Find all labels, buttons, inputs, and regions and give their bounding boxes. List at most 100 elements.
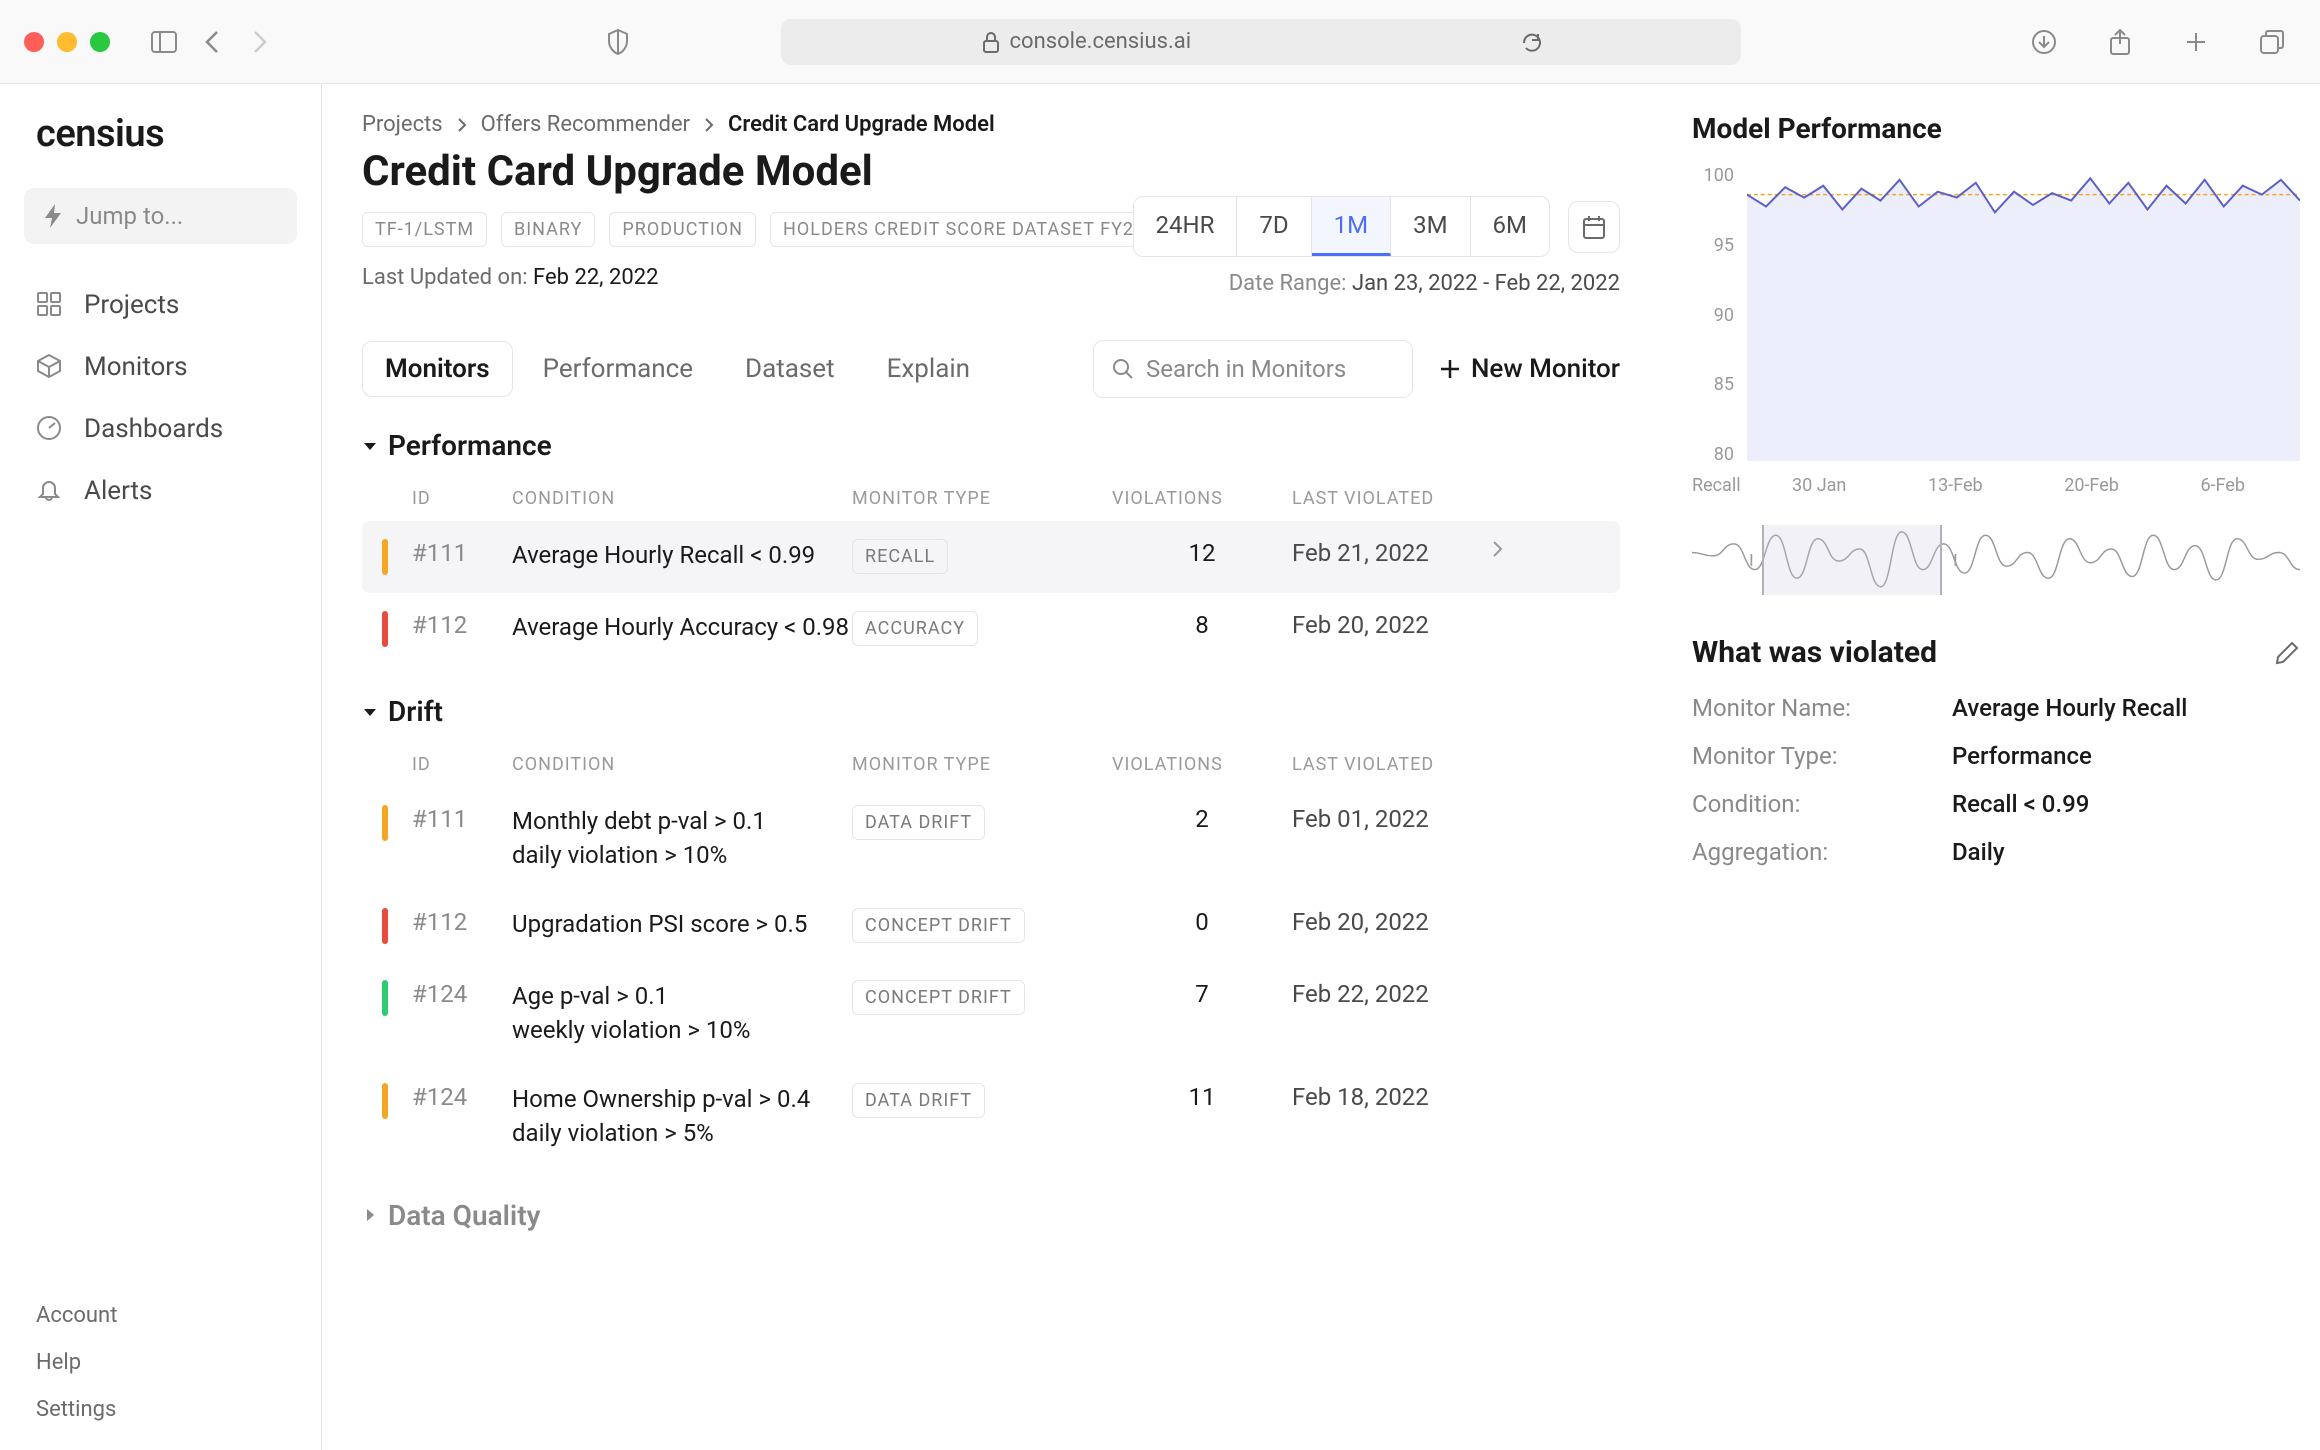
tag: TF-1/LSTM: [362, 212, 487, 247]
traffic-lights: [24, 32, 110, 52]
breadcrumb-current: Credit Card Upgrade Model: [728, 112, 995, 137]
range-btn-7d[interactable]: 7D: [1237, 197, 1311, 256]
sidebar-item-monitors[interactable]: Monitors: [24, 336, 297, 398]
col-condition: CONDITION: [512, 488, 852, 509]
reload-icon[interactable]: [1521, 31, 1541, 53]
sidebar-item-label: Dashboards: [84, 414, 223, 444]
plus-icon: [1439, 358, 1461, 380]
pencil-icon: [2274, 640, 2300, 666]
col-condition: CONDITION: [512, 754, 852, 775]
row-chevron: [1492, 539, 1552, 559]
brush-area[interactable]: || ||: [1692, 525, 2300, 595]
main-content: Projects Offers Recommender Credit Card …: [322, 84, 1660, 1450]
tab-dataset[interactable]: Dataset: [723, 342, 857, 396]
table-header: ID CONDITION MONITOR TYPE VIOLATIONS LAS…: [362, 742, 1620, 787]
sidebar-item-dashboards[interactable]: Dashboards: [24, 398, 297, 460]
minimize-window-button[interactable]: [57, 32, 77, 52]
type-pill: ACCURACY: [852, 611, 978, 646]
search-input[interactable]: Search in Monitors: [1093, 340, 1413, 398]
cell-last: Feb 22, 2022: [1292, 980, 1492, 1008]
kv-val: Recall < 0.99: [1952, 790, 2300, 818]
sidebar-footer-help[interactable]: Help: [36, 1350, 297, 1375]
range-btn-24hr[interactable]: 24HR: [1134, 197, 1238, 256]
sidebar-footer-account[interactable]: Account: [36, 1303, 297, 1328]
breadcrumb-item[interactable]: Projects: [362, 112, 443, 137]
table-row[interactable]: #124 Age p-val > 0.1weekly violation > 1…: [362, 962, 1620, 1065]
date-range-value: Jan 23, 2022 - Feb 22, 2022: [1352, 271, 1620, 296]
back-icon[interactable]: [198, 28, 226, 56]
close-window-button[interactable]: [24, 32, 44, 52]
grid-icon: [36, 291, 64, 319]
section-performance-header[interactable]: Performance: [362, 429, 1620, 462]
chevron-down-icon: [362, 438, 378, 454]
type-pill: DATA DRIFT: [852, 1083, 985, 1118]
tag: BINARY: [501, 212, 595, 247]
calendar-button[interactable]: [1568, 201, 1620, 253]
sidebar-footer-settings[interactable]: Settings: [36, 1397, 297, 1422]
detail-panel: Model Performance 100 95 90 85 80 Recall…: [1660, 84, 2320, 1450]
chevron-right-icon: [457, 117, 467, 133]
downloads-icon[interactable]: [2030, 28, 2058, 56]
range-btn-1m[interactable]: 1M: [1312, 197, 1391, 256]
type-pill: CONCEPT DRIFT: [852, 980, 1025, 1015]
sidebar-item-projects[interactable]: Projects: [24, 274, 297, 336]
chevron-right-icon: [704, 117, 714, 133]
calendar-icon: [1581, 214, 1607, 240]
kv-val: Daily: [1952, 838, 2300, 866]
status-indicator: [382, 1083, 388, 1119]
line-chart[interactable]: [1747, 165, 2300, 461]
type-pill: CONCEPT DRIFT: [852, 908, 1025, 943]
col-violations: VIOLATIONS: [1112, 488, 1292, 509]
cell-type: DATA DRIFT: [852, 1083, 1112, 1118]
range-btn-6m[interactable]: 6M: [1471, 197, 1549, 256]
kv-key: Monitor Name:: [1692, 694, 1952, 722]
new-monitor-button[interactable]: New Monitor: [1439, 354, 1620, 384]
brush-window[interactable]: || ||: [1762, 525, 1942, 595]
cell-violations: 2: [1112, 805, 1292, 833]
cell-type: DATA DRIFT: [852, 805, 1112, 840]
section-title: Data Quality: [388, 1199, 541, 1232]
jump-to-button[interactable]: Jump to...: [24, 188, 297, 244]
date-range: Date Range: Jan 23, 2022 - Feb 22, 2022: [1229, 271, 1620, 296]
page-title: Credit Card Upgrade Model: [362, 147, 1620, 196]
tab-explain[interactable]: Explain: [865, 342, 992, 396]
sidebar-toggle-icon[interactable]: [150, 28, 178, 56]
section-data-quality-header[interactable]: Data Quality: [362, 1199, 1620, 1232]
edit-button[interactable]: [2274, 640, 2300, 666]
range-btn-3m[interactable]: 3M: [1391, 197, 1470, 256]
status-indicator: [382, 611, 388, 647]
cell-violations: 12: [1112, 539, 1292, 567]
chrome-right-controls: [2020, 28, 2296, 56]
cell-id: #111: [412, 539, 512, 567]
maximize-window-button[interactable]: [90, 32, 110, 52]
new-tab-icon[interactable]: [2182, 28, 2210, 56]
cell-id: #112: [412, 611, 512, 639]
address-bar[interactable]: console.censius.ai: [781, 19, 1741, 65]
violated-details: Monitor Name: Average Hourly Recall Moni…: [1692, 694, 2300, 866]
cell-violations: 7: [1112, 980, 1292, 1008]
tabs-icon[interactable]: [2258, 28, 2286, 56]
section-drift-header[interactable]: Drift: [362, 695, 1620, 728]
share-icon[interactable]: [2106, 28, 2134, 56]
search-placeholder: Search in Monitors: [1146, 355, 1346, 383]
sidebar-item-label: Monitors: [84, 352, 188, 382]
col-last: LAST VIOLATED: [1292, 754, 1492, 775]
jump-to-label: Jump to...: [76, 202, 183, 230]
tab-performance[interactable]: Performance: [521, 342, 715, 396]
col-id: ID: [412, 754, 512, 775]
table-row[interactable]: #111 Average Hourly Recall < 0.99 RECALL…: [362, 521, 1620, 593]
kv-val: Average Hourly Recall: [1952, 694, 2300, 722]
shield-icon[interactable]: [604, 28, 632, 56]
search-icon: [1112, 358, 1134, 380]
table-row[interactable]: #111 Monthly debt p-val > 0.1daily viola…: [362, 787, 1620, 890]
table-row[interactable]: #112 Upgradation PSI score > 0.5 CONCEPT…: [362, 890, 1620, 962]
tab-monitors[interactable]: Monitors: [362, 341, 513, 397]
sidebar-item-alerts[interactable]: Alerts: [24, 460, 297, 522]
cell-condition: Average Hourly Recall < 0.99: [512, 539, 852, 573]
table-row[interactable]: #124 Home Ownership p-val > 0.4daily vio…: [362, 1065, 1620, 1168]
forward-icon[interactable]: [246, 28, 274, 56]
section-title: Drift: [388, 695, 443, 728]
sidebar: censius Jump to... Projects Monitors Das…: [0, 84, 322, 1450]
breadcrumb-item[interactable]: Offers Recommender: [481, 112, 690, 137]
table-row[interactable]: #112 Average Hourly Accuracy < 0.98 ACCU…: [362, 593, 1620, 665]
